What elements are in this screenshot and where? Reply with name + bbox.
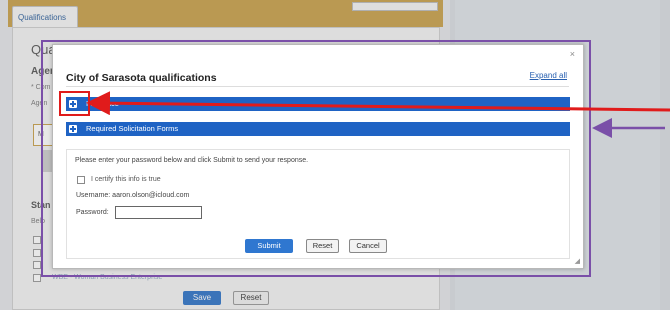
close-icon[interactable]: ×: [570, 49, 575, 59]
password-label: Password:: [76, 209, 109, 216]
qualifications-modal: × City of Sarasota qualifications Expand…: [52, 44, 584, 269]
modal-title: City of Sarasota qualifications: [66, 72, 217, 84]
expand-plus-icon[interactable]: [69, 125, 77, 133]
resize-grip-icon[interactable]: ◢: [575, 257, 580, 265]
submit-button[interactable]: Submit: [245, 239, 293, 253]
certify-label: I certify this info is true: [91, 176, 161, 183]
reset-button[interactable]: Reset: [306, 239, 339, 253]
section-required-solicitation-forms[interactable]: Required Solicitation Forms: [66, 122, 570, 136]
expand-all-link[interactable]: Expand all: [530, 71, 567, 80]
expand-plus-icon[interactable]: [69, 100, 77, 108]
title-divider: [66, 86, 569, 87]
instruction-text: Please enter your password below and cli…: [75, 157, 309, 164]
section-label: Required Solicitation Forms: [86, 124, 179, 133]
certify-checkbox[interactable]: [77, 176, 85, 184]
password-field[interactable]: [115, 206, 202, 219]
cancel-button[interactable]: Cancel: [349, 239, 387, 253]
section-label: Insurance: [86, 99, 119, 108]
username-text: Username: aaron.olson@icloud.com: [76, 192, 190, 199]
section-insurance[interactable]: Insurance: [66, 97, 570, 111]
